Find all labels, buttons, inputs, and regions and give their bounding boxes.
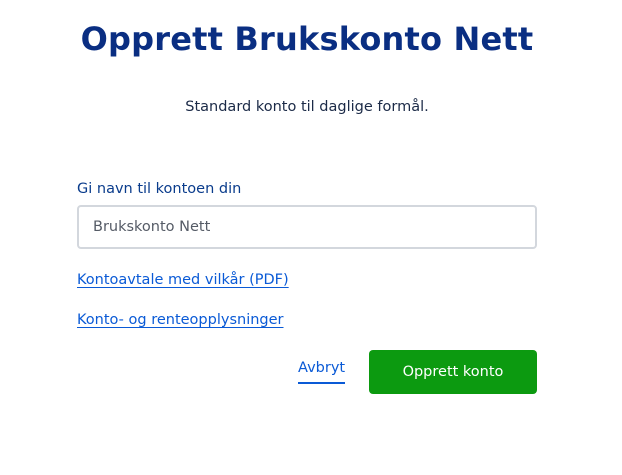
account-name-label: Gi navn til kontoen din — [77, 181, 242, 197]
page-title: Opprett Brukskonto Nett — [80, 20, 534, 58]
terms-pdf-link[interactable]: Kontoavtale med vilkår (PDF) — [77, 272, 289, 288]
account-rates-link[interactable]: Konto- og renteopplysninger — [77, 312, 284, 328]
create-account-button[interactable]: Opprett konto — [369, 350, 537, 394]
cancel-button[interactable]: Avbryt — [298, 353, 345, 384]
page-subtitle: Standard konto til daglige formål. — [185, 99, 429, 115]
account-name-input[interactable] — [77, 205, 537, 249]
